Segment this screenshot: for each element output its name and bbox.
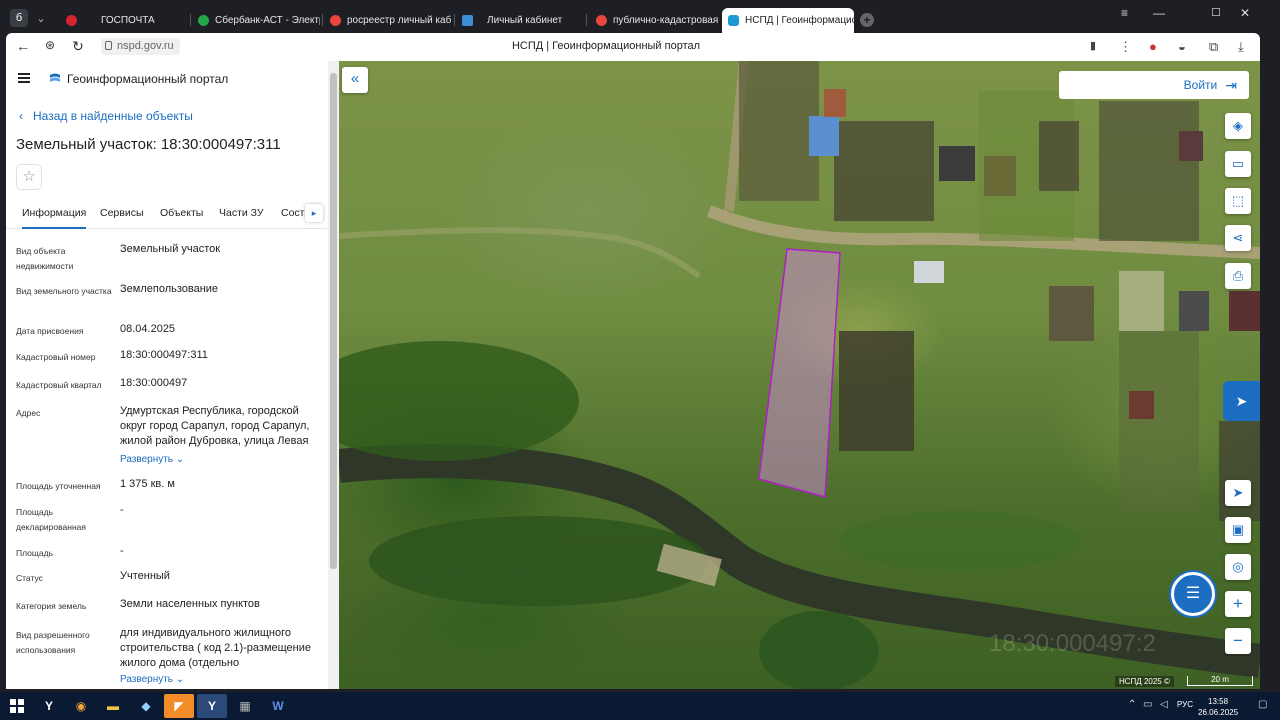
satellite-imagery: 18:30:000497:2 — [339, 61, 1260, 689]
back-to-results-link[interactable]: ‹ Назад в найденные объекты — [19, 109, 193, 123]
expand-address-link[interactable]: Развернуть ⌄ — [120, 454, 184, 465]
menu-icon[interactable]: ≡ — [1121, 6, 1129, 20]
ruler-icon[interactable]: ▭ — [1225, 151, 1251, 177]
panel-scrollbar[interactable] — [328, 61, 339, 689]
collapse-panel-button[interactable]: « — [342, 67, 368, 93]
gerb-icon — [66, 14, 77, 26]
extension-icon[interactable]: ● — [1149, 39, 1157, 54]
tab-nspd[interactable]: НСПД | Геоинформацио ✕ — [722, 8, 854, 33]
tab-sberbank-ast[interactable]: Сбербанк-АСТ - Электро — [192, 9, 320, 31]
yandex-icon — [330, 14, 341, 26]
mail-agent-icon[interactable]: ◉ — [66, 694, 96, 718]
sber-icon — [198, 14, 209, 26]
tab-strip: б ⌄ ГОСПОЧТА Сбербанк-АСТ - Электро роср… — [0, 0, 1280, 34]
yandex-menu-icon[interactable]: б — [10, 9, 28, 27]
tab-gospochta[interactable]: ГОСПОЧТА — [60, 9, 188, 31]
chevron-left-icon: ‹ — [19, 109, 23, 123]
volume-icon[interactable]: ◁ — [1160, 699, 1168, 710]
app-icon[interactable]: ◆ — [131, 694, 161, 718]
word-icon[interactable]: W — [263, 694, 293, 718]
new-tab-button[interactable]: + — [860, 13, 874, 27]
yandex-browser-active-icon[interactable]: Y — [197, 694, 227, 718]
windows-start-icon[interactable] — [2, 694, 32, 718]
login-icon: ⇥ — [1225, 76, 1237, 93]
location-pin-icon[interactable]: ◎ — [1225, 554, 1251, 580]
scrollbar-thumb[interactable] — [330, 73, 337, 569]
windows-taskbar: Y ◉ ▬ ◆ ◤ Y ▦ W ⌃ ▭ ◁ РУС 13:58 26.06.20… — [0, 692, 1280, 720]
favorite-star-button[interactable]: ☆ — [16, 164, 42, 190]
clock[interactable]: 13:58 26.06.2025 — [1198, 696, 1238, 718]
portal-title: Геоинформационный портал — [67, 72, 229, 86]
share-icon[interactable]: ⋖ — [1225, 225, 1251, 251]
page-title: НСПД | Геоинформационный портал — [511, 40, 701, 52]
chevron-down-icon: ⌄ — [175, 674, 185, 685]
address-bar: ← ⊛ ↻ nspd.gov.ru НСПД | Геоинформационн… — [6, 33, 1260, 61]
language-indicator[interactable]: РУС — [1177, 700, 1193, 709]
tab-rosreestr[interactable]: росреестр личный кабин — [324, 9, 452, 31]
bookmark-icon[interactable]: ▮ — [1090, 39, 1096, 52]
print-icon[interactable]: ⎙ — [1225, 263, 1251, 289]
site-icon — [462, 14, 473, 26]
more-icon[interactable]: ⋮ — [1119, 39, 1132, 55]
network-icon[interactable]: ▭ — [1143, 699, 1152, 710]
yandex-browser-icon[interactable]: Y — [34, 694, 64, 718]
tab-chasti-zu[interactable]: Части ЗУ — [219, 207, 264, 219]
feedback-badge-icon[interactable]: ➤ — [1223, 381, 1260, 421]
close-window-icon[interactable]: ✕ — [1240, 6, 1250, 20]
tab-informaciya[interactable]: Информация — [22, 207, 87, 229]
download-icon[interactable]: ⤓ — [1238, 39, 1244, 55]
nspd-logo-icon — [50, 73, 60, 82]
tab-lichny-kabinet[interactable]: Личный кабинет — [456, 9, 584, 31]
maximize-icon[interactable]: ☐ — [1211, 6, 1221, 19]
expand-usage-link[interactable]: Развернуть ⌄ — [120, 674, 184, 685]
minimize-icon[interactable]: — — [1153, 6, 1165, 20]
cadastral-watermark: 18:30:000497:2 — [989, 630, 1156, 657]
tab-servisy[interactable]: Сервисы — [100, 207, 144, 219]
hamburger-menu-icon[interactable] — [18, 73, 30, 83]
chevron-down-icon: ⌄ — [175, 454, 185, 465]
sticky-app-icon[interactable]: ◤ — [164, 694, 194, 718]
tray-chevron-up-icon[interactable]: ⌃ — [1128, 699, 1136, 710]
browser-window: б ⌄ ГОСПОЧТА Сбербанк-АСТ - Электро роср… — [0, 0, 1280, 692]
tab-sostav[interactable]: Соста — [281, 207, 305, 219]
notifications-icon[interactable]: ▢ — [1258, 699, 1267, 710]
minimap-icon[interactable]: ▣ — [1225, 517, 1251, 543]
login-button[interactable]: Войти ⇥ — [1059, 71, 1249, 99]
file-explorer-icon[interactable]: ▬ — [98, 694, 128, 718]
document-scan-icon[interactable]: ▦ — [230, 694, 260, 718]
object-info-panel: Геоинформационный портал ‹ Назад в найде… — [6, 61, 339, 689]
zoom-in-button[interactable]: + — [1225, 591, 1251, 617]
zoom-out-button[interactable]: − — [1225, 628, 1251, 654]
map-attribution: НСПД 2025 © — [1115, 676, 1174, 687]
alice-icon[interactable]: ◒ — [1178, 39, 1186, 54]
chat-icon[interactable]: ☰ — [1171, 572, 1215, 616]
yandex-icon — [596, 14, 607, 26]
chevron-down-icon[interactable]: ⌄ — [32, 9, 50, 27]
nspd-icon — [728, 15, 739, 26]
panel-tabs: Информация Сервисы Объекты Части ЗУ Сост… — [6, 205, 328, 229]
tabs-next-button[interactable]: ▸ — [305, 204, 323, 222]
parcel-polygon[interactable] — [758, 248, 841, 498]
tab-obekty[interactable]: Объекты — [160, 207, 203, 219]
object-title: Земельный участок: 18:30:000497:311 — [16, 136, 281, 153]
map-view[interactable]: 18:30:000497:2 « Войти ⇥ ◈ ▭ ⬚ ⋖ ⎙ ➤ ➤ ▣… — [339, 61, 1260, 689]
geolocation-icon[interactable]: ➤ — [1225, 480, 1251, 506]
collections-icon[interactable]: ⧉ — [1209, 39, 1218, 55]
layers-icon[interactable]: ◈ — [1225, 113, 1251, 139]
panel-header: Геоинформационный портал — [6, 61, 328, 97]
scale-bar: 20 m — [1187, 676, 1253, 686]
tab-publichno-kadastrovaya[interactable]: публично-кадастровая к — [590, 9, 718, 31]
select-area-icon[interactable]: ⬚ — [1225, 188, 1251, 214]
